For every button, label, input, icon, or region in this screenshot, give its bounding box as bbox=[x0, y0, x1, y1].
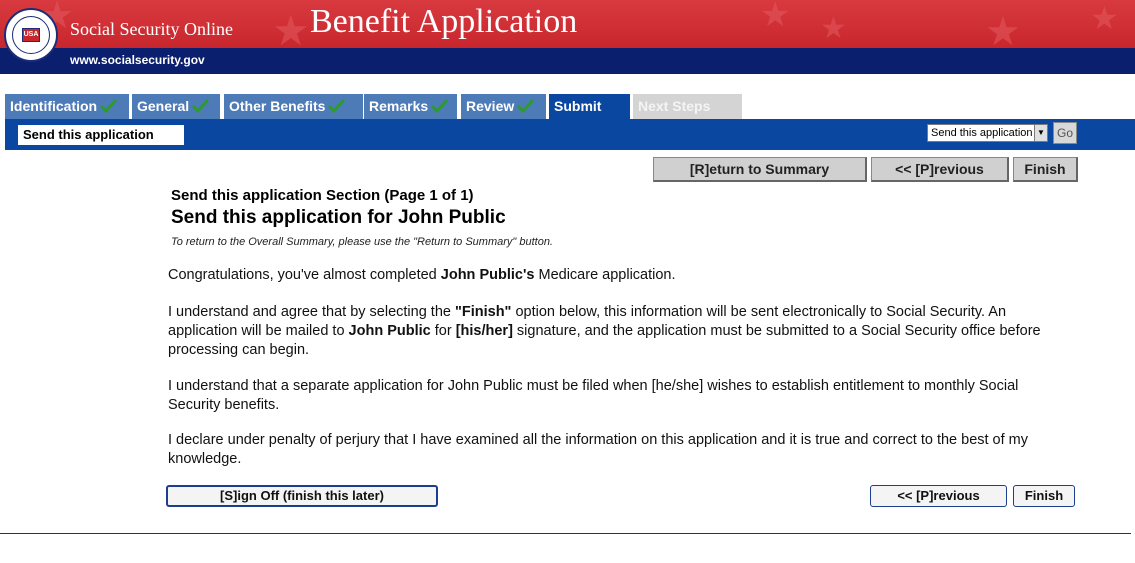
site-url-link[interactable]: www.socialsecurity.gov bbox=[70, 53, 205, 67]
previous-button-top[interactable]: << [P]revious bbox=[871, 157, 1009, 182]
seal-emblem: USA bbox=[12, 16, 50, 54]
tab-label: Other Benefits bbox=[229, 98, 326, 114]
previous-button-bottom[interactable]: << [P]revious bbox=[870, 485, 1007, 507]
tab-label: Submit bbox=[554, 98, 602, 114]
agreement-paragraph: I understand and agree that by selecting… bbox=[168, 303, 1073, 360]
checkmark-icon bbox=[431, 99, 449, 113]
seal-shield-icon: USA bbox=[22, 28, 40, 42]
separate-application-paragraph: I understand that a separate application… bbox=[168, 378, 1019, 413]
finish-button-bottom[interactable]: Finish bbox=[1013, 485, 1075, 507]
finish-emphasis: "Finish" bbox=[454, 304, 512, 320]
site-name[interactable]: Social Security Online bbox=[70, 19, 233, 40]
text: for bbox=[430, 323, 456, 339]
tab-remarks[interactable]: Remarks bbox=[364, 94, 458, 119]
checkmark-icon bbox=[328, 99, 346, 113]
perjury-declaration-paragraph: I declare under penalty of perjury that … bbox=[168, 432, 1029, 467]
tab-label: General bbox=[137, 98, 190, 114]
tab-general[interactable]: General bbox=[132, 94, 221, 119]
tab-next-steps: Next Steps bbox=[633, 94, 743, 119]
tab-other-benefits[interactable]: Other Benefits bbox=[224, 94, 364, 119]
select-value: Send this application bbox=[931, 127, 1033, 139]
pronoun-emphasis: [his/her] bbox=[455, 323, 513, 339]
checkmark-icon bbox=[192, 99, 210, 113]
tab-submit[interactable]: Submit bbox=[549, 94, 631, 119]
text: Medicare application. bbox=[534, 267, 676, 283]
star-decoration-icon: ★ bbox=[1090, 0, 1119, 37]
text: Congratulations, you've almost completed bbox=[168, 267, 441, 283]
section-jump-select[interactable]: Send this application ▼ bbox=[927, 124, 1048, 142]
star-decoration-icon: ★ bbox=[985, 9, 1021, 48]
page-title: Send this application for John Public bbox=[171, 207, 506, 228]
finish-button-top[interactable]: Finish bbox=[1013, 157, 1078, 182]
applicant-name: John Public bbox=[348, 323, 431, 339]
tab-label: Next Steps bbox=[638, 98, 711, 114]
star-decoration-icon: ★ bbox=[760, 0, 791, 35]
congratulations-paragraph: Congratulations, you've almost completed… bbox=[168, 266, 1073, 285]
checkmark-icon bbox=[100, 99, 118, 113]
tab-label: Remarks bbox=[369, 98, 429, 114]
tab-review[interactable]: Review bbox=[461, 94, 547, 119]
applicant-name: John Public's bbox=[440, 267, 535, 283]
footer-divider bbox=[0, 533, 1131, 534]
current-section-label: Send this application bbox=[18, 125, 184, 145]
tab-identification[interactable]: Identification bbox=[5, 94, 130, 119]
star-decoration-icon: ★ bbox=[272, 6, 310, 49]
section-heading: Send this application Section (Page 1 of… bbox=[171, 187, 474, 204]
tab-label: Review bbox=[466, 98, 515, 114]
ssa-seal-logo[interactable]: USA bbox=[4, 8, 58, 62]
checkmark-icon bbox=[517, 99, 535, 113]
text: I understand and agree that by selecting… bbox=[168, 304, 455, 320]
sign-off-button[interactable]: [S]ign Off (finish this later) bbox=[166, 485, 438, 507]
banner-title: Benefit Application bbox=[310, 3, 578, 40]
return-hint: To return to the Overall Summary, please… bbox=[171, 236, 553, 248]
go-button[interactable]: Go bbox=[1053, 122, 1077, 144]
site-banner: ★ ★ ★ ★ ★ ★ USA Social Security Online B… bbox=[0, 0, 1135, 74]
tab-label: Identification bbox=[10, 98, 98, 114]
star-decoration-icon: ★ bbox=[820, 11, 847, 46]
dropdown-arrow-icon[interactable]: ▼ bbox=[1034, 125, 1047, 141]
return-to-summary-button[interactable]: [R]eturn to Summary bbox=[653, 157, 867, 182]
